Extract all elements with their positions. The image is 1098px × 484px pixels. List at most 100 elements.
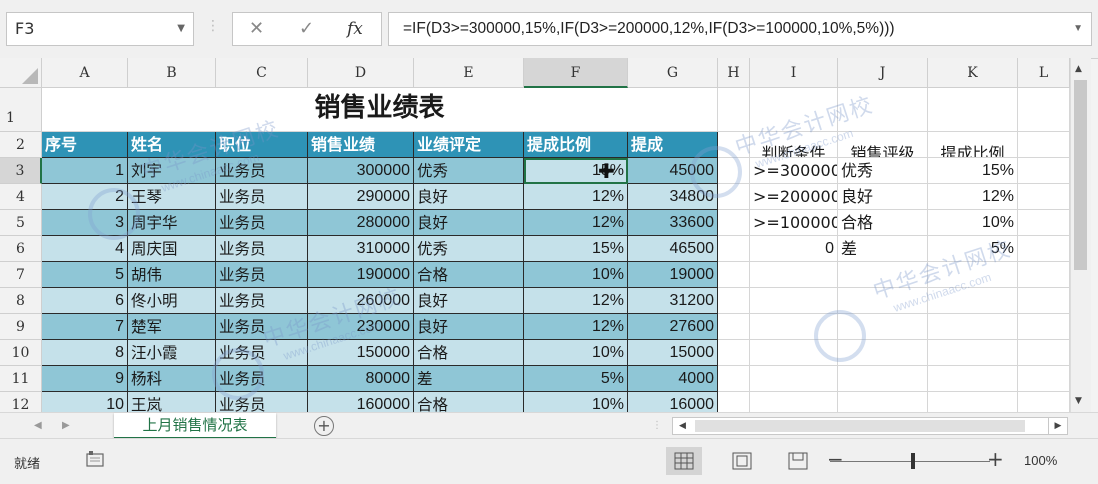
- cell[interactable]: [1018, 88, 1070, 132]
- prev-sheet-icon[interactable]: ◀: [34, 413, 42, 439]
- cell[interactable]: [928, 340, 1018, 366]
- table-cell[interactable]: 4: [42, 236, 128, 262]
- table-cell[interactable]: 周庆国: [128, 236, 216, 262]
- table-header-cell[interactable]: 销售业绩: [308, 132, 414, 158]
- cell[interactable]: [1018, 236, 1070, 262]
- table-cell[interactable]: 6: [42, 288, 128, 314]
- cell[interactable]: [750, 314, 838, 340]
- row-header-1[interactable]: 1: [0, 88, 42, 132]
- table-cell[interactable]: 260000: [308, 288, 414, 314]
- table-cell[interactable]: 优秀: [414, 236, 524, 262]
- lookup-cell[interactable]: 差: [838, 236, 928, 262]
- table-cell[interactable]: 310000: [308, 236, 414, 262]
- select-all-icon[interactable]: [22, 68, 38, 84]
- cell[interactable]: [718, 132, 750, 158]
- expand-formula-icon[interactable]: ▼: [1073, 13, 1083, 45]
- table-cell[interactable]: 良好: [414, 314, 524, 340]
- table-cell[interactable]: 合格: [414, 392, 524, 412]
- table-cell[interactable]: 合格: [414, 262, 524, 288]
- table-cell[interactable]: 230000: [308, 314, 414, 340]
- cell[interactable]: [718, 314, 750, 340]
- table-cell[interactable]: 楚军: [128, 314, 216, 340]
- cell[interactable]: [718, 236, 750, 262]
- lookup-cell[interactable]: >=300000: [750, 158, 838, 184]
- row-header-9[interactable]: 9: [0, 314, 42, 340]
- cell[interactable]: [838, 262, 928, 288]
- lookup-cell[interactable]: 0: [750, 236, 838, 262]
- zoom-in-button[interactable]: +: [987, 447, 1004, 471]
- table-cell[interactable]: 80000: [308, 366, 414, 392]
- row-header-4[interactable]: 4: [0, 184, 42, 210]
- table-cell[interactable]: 业务员: [216, 210, 308, 236]
- cell[interactable]: [1018, 158, 1070, 184]
- horizontal-scrollbar[interactable]: ◀: [672, 417, 1068, 435]
- add-sheet-icon[interactable]: +: [314, 416, 334, 436]
- cell[interactable]: [750, 366, 838, 392]
- table-cell[interactable]: 1: [42, 158, 128, 184]
- cell[interactable]: [718, 288, 750, 314]
- table-cell[interactable]: 业务员: [216, 184, 308, 210]
- table-cell[interactable]: 业务员: [216, 392, 308, 412]
- cell[interactable]: [718, 340, 750, 366]
- lookup-header-cell[interactable]: 提成比例: [928, 132, 1018, 158]
- table-cell[interactable]: 优秀: [414, 158, 524, 184]
- cell[interactable]: [928, 88, 1018, 132]
- table-cell[interactable]: 业务员: [216, 288, 308, 314]
- lookup-cell[interactable]: 10%: [928, 210, 1018, 236]
- table-cell[interactable]: 合格: [414, 340, 524, 366]
- normal-view-button[interactable]: [666, 447, 702, 475]
- table-cell[interactable]: 2: [42, 184, 128, 210]
- table-cell[interactable]: 31200: [628, 288, 718, 314]
- cell[interactable]: [718, 158, 750, 184]
- table-cell[interactable]: 10%: [524, 262, 628, 288]
- cell[interactable]: [750, 392, 838, 412]
- table-cell[interactable]: 16000: [628, 392, 718, 412]
- table-cell[interactable]: 12%: [524, 288, 628, 314]
- cell[interactable]: [718, 366, 750, 392]
- cell[interactable]: [718, 210, 750, 236]
- insert-function-icon[interactable]: fx: [347, 13, 363, 45]
- scroll-thumb[interactable]: [1074, 80, 1087, 270]
- lookup-cell[interactable]: 15%: [928, 158, 1018, 184]
- lookup-cell[interactable]: 12%: [928, 184, 1018, 210]
- column-header-c[interactable]: C: [216, 58, 308, 88]
- next-sheet-icon[interactable]: ▶: [62, 413, 70, 439]
- table-cell[interactable]: 业务员: [216, 314, 308, 340]
- table-cell[interactable]: 杨科: [128, 366, 216, 392]
- table-cell[interactable]: 15%: [524, 236, 628, 262]
- table-cell[interactable]: 19000: [628, 262, 718, 288]
- cell[interactable]: [750, 340, 838, 366]
- table-cell[interactable]: 良好: [414, 288, 524, 314]
- row-header-10[interactable]: 10: [0, 340, 42, 366]
- row-header-8[interactable]: 8: [0, 288, 42, 314]
- column-header-f[interactable]: F: [524, 58, 628, 88]
- table-cell[interactable]: 150000: [308, 340, 414, 366]
- cell[interactable]: [1018, 314, 1070, 340]
- table-cell[interactable]: 33600: [628, 210, 718, 236]
- cell[interactable]: [718, 184, 750, 210]
- cell[interactable]: [1018, 132, 1070, 158]
- lookup-cell[interactable]: 良好: [838, 184, 928, 210]
- cell[interactable]: [1018, 340, 1070, 366]
- page-break-view-button[interactable]: [780, 447, 816, 475]
- table-cell[interactable]: 胡伟: [128, 262, 216, 288]
- table-cell[interactable]: 280000: [308, 210, 414, 236]
- table-cell[interactable]: 王琴: [128, 184, 216, 210]
- lookup-cell[interactable]: 优秀: [838, 158, 928, 184]
- table-cell[interactable]: 12%: [524, 210, 628, 236]
- page-layout-view-button[interactable]: [724, 447, 760, 475]
- table-cell[interactable]: 10: [42, 392, 128, 412]
- table-cell[interactable]: 5%: [524, 366, 628, 392]
- cell[interactable]: [1018, 392, 1070, 412]
- column-header-a[interactable]: A: [42, 58, 128, 88]
- cell[interactable]: [750, 88, 838, 132]
- table-cell[interactable]: 汪小霞: [128, 340, 216, 366]
- table-header-cell[interactable]: 业绩评定: [414, 132, 524, 158]
- name-box[interactable]: F3 ▼: [6, 12, 194, 46]
- cell[interactable]: [750, 262, 838, 288]
- cell[interactable]: [928, 288, 1018, 314]
- lookup-cell[interactable]: 合格: [838, 210, 928, 236]
- row-header-7[interactable]: 7: [0, 262, 42, 288]
- table-cell[interactable]: 7: [42, 314, 128, 340]
- table-header-cell[interactable]: 提成: [628, 132, 718, 158]
